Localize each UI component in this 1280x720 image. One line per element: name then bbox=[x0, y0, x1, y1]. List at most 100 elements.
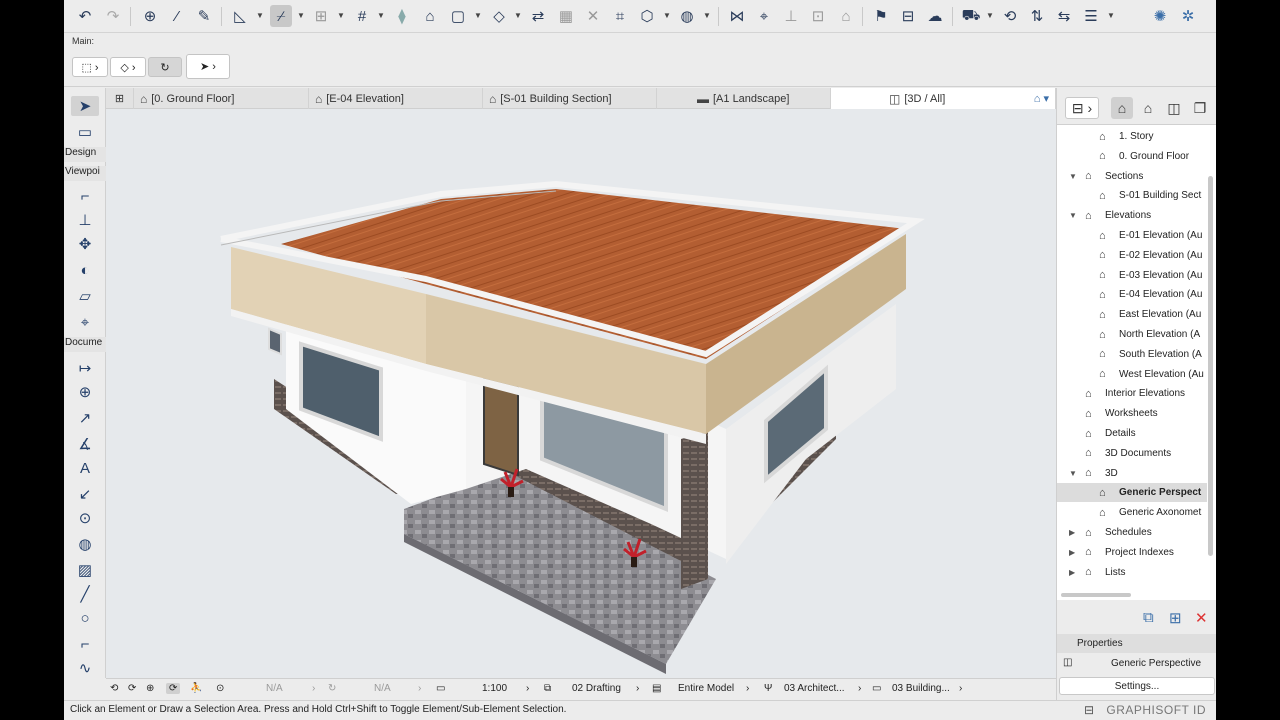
toolbox-category-design[interactable]: Design bbox=[64, 147, 106, 162]
navigator-item[interactable]: ▶ ⌂ Project Indexes bbox=[1057, 543, 1207, 562]
angle-dimension-tool-icon[interactable]: ∡ bbox=[71, 434, 99, 454]
grid-snap-icon[interactable]: # bbox=[351, 5, 373, 27]
chevron-right-icon[interactable]: › bbox=[526, 683, 529, 694]
chevron-right-icon[interactable]: › bbox=[746, 683, 749, 694]
worksheet-tool-icon[interactable]: ◐ bbox=[71, 260, 99, 280]
flag-icon[interactable]: ⊡ bbox=[807, 5, 829, 27]
redo-zoom-icon[interactable]: ⟳ bbox=[128, 683, 136, 694]
toolbox-category-viewpoint[interactable]: Viewpoi bbox=[64, 166, 106, 181]
polyline-tool-icon[interactable]: ⌐ bbox=[71, 634, 99, 654]
navigator-item[interactable]: ⌂ North Elevation (A bbox=[1057, 325, 1207, 344]
sync-icon[interactable]: ⟲ bbox=[999, 5, 1021, 27]
arrow-tool-icon[interactable]: ➤ bbox=[71, 96, 99, 116]
tab-ground-floor[interactable]: ⌂ [0. Ground Floor] bbox=[134, 88, 309, 109]
navigator-item[interactable]: ⌂ S-01 Building Sect bbox=[1057, 186, 1207, 205]
graphic-override-icon[interactable]: ⇄ bbox=[527, 5, 549, 27]
rotate-marquee-button[interactable]: ↻ bbox=[148, 57, 182, 77]
publish-icon[interactable]: ⚑ bbox=[870, 5, 892, 27]
properties-header[interactable]: Properties bbox=[1057, 634, 1216, 653]
tab-e04-elevation[interactable]: ⌂ [E-04 Elevation] bbox=[309, 88, 483, 109]
zone-tool-icon[interactable]: ◍ bbox=[71, 534, 99, 554]
guide-line-icon[interactable]: ◺ bbox=[229, 5, 251, 27]
bim-cloud-icon[interactable]: ☁ bbox=[924, 5, 946, 27]
chevron-down-icon[interactable]: ▼ bbox=[1107, 11, 1115, 20]
3d-navigation-icon[interactable]: ⌂ ▾ bbox=[1034, 92, 1049, 105]
inject-icon[interactable]: ✎ bbox=[193, 5, 215, 27]
fill-tool-icon[interactable]: ▨ bbox=[71, 560, 99, 580]
chevron-right-icon[interactable]: › bbox=[858, 683, 861, 694]
pen-set-select[interactable]: 02 Drafting bbox=[572, 683, 621, 694]
label-tool-icon[interactable]: ↙ bbox=[71, 484, 99, 504]
chevron-down-icon[interactable]: ▼ bbox=[256, 11, 264, 20]
navigator-item[interactable]: ▼ ⌂ Elevations bbox=[1057, 206, 1207, 225]
navigator-item[interactable]: ⌂ E-01 Elevation (Au bbox=[1057, 226, 1207, 245]
toolbox-category-document[interactable]: Docume bbox=[64, 337, 106, 352]
3d-viewport[interactable] bbox=[106, 109, 1056, 678]
suspend-groups-icon[interactable]: ⌂ bbox=[419, 5, 441, 27]
circle-tool-icon[interactable]: ○ bbox=[71, 608, 99, 628]
navigator-item[interactable]: ⌂ 3D Documents bbox=[1057, 444, 1207, 463]
chevron-down-icon[interactable]: ▼ bbox=[297, 11, 305, 20]
layer-combination-icon[interactable]: ⧉ bbox=[544, 683, 551, 694]
navigator-item[interactable]: ⌂ E-04 Elevation (Au bbox=[1057, 285, 1207, 304]
view-map-icon[interactable]: ⌂ bbox=[1137, 97, 1159, 119]
marquee-tool-icon[interactable]: ▭ bbox=[71, 122, 99, 142]
chevron-down-icon[interactable]: ▼ bbox=[377, 11, 385, 20]
chevron-down-icon[interactable]: ▼ bbox=[986, 11, 994, 20]
navigator-item[interactable]: ▶ ⌂ Schedules bbox=[1057, 523, 1207, 542]
elevation-marker-icon[interactable]: ⊥ bbox=[780, 5, 802, 27]
distribute-icon[interactable]: ⌖ bbox=[753, 5, 775, 27]
redo-icon[interactable]: ↷ bbox=[102, 5, 124, 27]
element-transfer-icon[interactable]: ✕ bbox=[582, 5, 604, 27]
navigator-item[interactable]: ⌂ South Elevation (A bbox=[1057, 345, 1207, 364]
new-view-icon[interactable]: ⧉ bbox=[1143, 609, 1154, 626]
dimension-tool-icon[interactable]: ↦ bbox=[71, 358, 99, 378]
undo-zoom-icon[interactable]: ⟲ bbox=[110, 683, 118, 694]
tab-s01-building-section[interactable]: ⌂ [S-01 Building Section] bbox=[483, 88, 657, 109]
dimension-select[interactable]: 03 Building... bbox=[892, 683, 950, 694]
renovation-icon[interactable]: ◇ bbox=[488, 5, 510, 27]
radial-dimension-tool-icon[interactable]: ↗ bbox=[71, 408, 99, 428]
marquee-shape-button[interactable]: ◇ › bbox=[110, 57, 146, 77]
model-filter-icon[interactable]: ▤ bbox=[652, 683, 661, 694]
explore-icon[interactable]: ⛹ bbox=[190, 683, 202, 694]
scale-icon[interactable]: ▭ bbox=[436, 683, 445, 694]
navigator-item[interactable]: ▼ ⌂ 3D bbox=[1057, 464, 1207, 483]
cloud-sync-icon[interactable]: ✲ bbox=[1177, 5, 1199, 27]
zoom-icon[interactable]: ⊕ bbox=[146, 683, 154, 694]
scale-value[interactable]: 1:100 bbox=[482, 683, 507, 694]
clone-folder-icon[interactable]: ⊞ bbox=[1169, 609, 1182, 627]
delete-icon[interactable]: ✕ bbox=[1195, 609, 1208, 627]
chevron-right-icon[interactable]: › bbox=[418, 683, 421, 694]
section-tool-icon[interactable]: ⌐ bbox=[71, 186, 99, 206]
view-angle-value[interactable]: N/A bbox=[266, 683, 283, 694]
publisher-sets-icon[interactable]: ❐ bbox=[1189, 97, 1211, 119]
marker-tool-icon[interactable]: ⊙ bbox=[71, 508, 99, 528]
navigator-item[interactable]: ⌂ E-02 Elevation (Au bbox=[1057, 246, 1207, 265]
tab-a1-landscape[interactable]: ▬ [A1 Landscape] bbox=[657, 88, 831, 109]
graphisoft-id-link[interactable]: GRAPHISOFT ID bbox=[1106, 703, 1206, 717]
model-view-option-select[interactable]: 03 Architect... bbox=[784, 683, 845, 694]
elevation-tool-icon[interactable]: ⊥ bbox=[71, 210, 99, 230]
navigator-scrollbar[interactable] bbox=[1208, 176, 1213, 556]
window-icon[interactable]: ⊟ bbox=[1084, 703, 1094, 717]
tab-overview-icon[interactable]: ⊞ bbox=[106, 88, 134, 109]
orbit-icon[interactable]: ⟳ bbox=[166, 683, 181, 694]
chevron-right-icon[interactable]: ▶ bbox=[1069, 528, 1075, 537]
navigator-item[interactable]: ⌂ West Elevation (Au bbox=[1057, 365, 1207, 384]
navigator-item[interactable]: ⌂ Details bbox=[1057, 424, 1207, 443]
navigator-item[interactable]: ⌂ East Elevation (Au bbox=[1057, 305, 1207, 324]
partial-structure-icon[interactable]: ▦ bbox=[555, 5, 577, 27]
navigator-item[interactable]: ⌂ E-03 Elevation (Au bbox=[1057, 266, 1207, 285]
chevron-right-icon[interactable]: › bbox=[312, 683, 315, 694]
text-tool-icon[interactable]: A bbox=[71, 458, 99, 478]
detail-tool-icon[interactable]: ▱ bbox=[71, 286, 99, 306]
view-options-icon[interactable]: ▢ bbox=[447, 5, 469, 27]
chevron-right-icon[interactable]: › bbox=[959, 683, 962, 694]
pick-up-icon[interactable]: ⁄ bbox=[166, 5, 188, 27]
interior-elevation-tool-icon[interactable]: ✥ bbox=[71, 234, 99, 254]
project-map-icon[interactable]: ⌂ bbox=[1111, 97, 1133, 119]
navigator-popup-button[interactable]: ⊟ › bbox=[1065, 97, 1099, 119]
chevron-down-icon[interactable]: ▼ bbox=[474, 11, 482, 20]
navigator-item[interactable]: ⌂ Generic Perspect bbox=[1057, 483, 1207, 503]
